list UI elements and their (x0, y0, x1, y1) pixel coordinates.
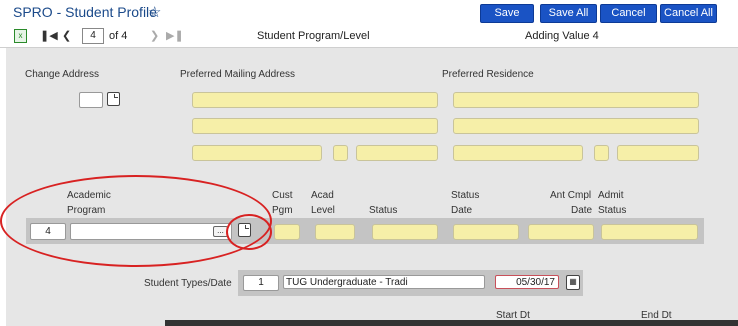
save-all-button[interactable]: Save All (540, 4, 597, 23)
residence-address-line2[interactable] (453, 118, 699, 134)
student-types-label: Student Types/Date (144, 278, 232, 289)
status-header: Status (369, 205, 398, 216)
section-title: Student Program/Level (257, 30, 370, 42)
ant-cmpl-date-field[interactable] (528, 224, 594, 240)
cust-pgm-field[interactable] (274, 224, 300, 240)
ant-cmpl-header: Ant Cmpl (550, 190, 592, 201)
last-record-icon[interactable]: ▶❚ (166, 29, 184, 42)
cust-header: Cust (272, 190, 293, 201)
status-date-header-top: Status (451, 190, 480, 201)
residence-address-line1[interactable] (453, 92, 699, 108)
pgm-header: Pgm (272, 205, 293, 216)
status-date-field[interactable] (453, 224, 519, 240)
ant-cmpl-date-header: Date (571, 205, 593, 216)
cancel-all-button[interactable]: Cancel All (660, 4, 717, 23)
status-date-header: Date (451, 205, 473, 216)
admit-status-field[interactable] (601, 224, 698, 240)
mailing-address-line2[interactable] (192, 118, 438, 134)
acad-level-field[interactable] (315, 224, 355, 240)
previous-record-icon[interactable]: ❮ (62, 29, 71, 42)
change-address-input[interactable] (79, 92, 103, 108)
cancel-button[interactable]: Cancel (600, 4, 657, 23)
mailing-state-field[interactable] (333, 145, 348, 161)
student-type-input[interactable]: TUG Undergraduate - Tradi (283, 275, 485, 289)
admit-status-header: Status (598, 205, 627, 216)
calendar-icon[interactable]: ▦ (566, 275, 580, 290)
export-icon[interactable]: x (14, 29, 27, 43)
residence-label: Preferred Residence (442, 69, 534, 80)
save-button[interactable]: Save (480, 4, 534, 23)
mailing-city-field[interactable] (192, 145, 322, 161)
student-type-number[interactable]: 1 (243, 275, 279, 291)
residence-state-field[interactable] (594, 145, 609, 161)
admit-header: Admit (598, 190, 624, 201)
document-icon[interactable] (107, 92, 120, 106)
record-count: of 4 (109, 30, 128, 42)
mailing-address-label: Preferred Mailing Address (180, 69, 296, 80)
bottom-grid-header (165, 320, 738, 326)
mailing-address-line1[interactable] (192, 92, 438, 108)
next-record-icon[interactable]: ❯ (150, 29, 159, 42)
residence-city-field[interactable] (453, 145, 583, 161)
residence-zip-field[interactable] (617, 145, 699, 161)
annotation-circle-doc (226, 214, 272, 250)
first-record-icon[interactable]: ❚◀ (40, 29, 58, 42)
change-address-label: Change Address (25, 69, 99, 80)
page-title: SPRO - Student Profile (13, 4, 157, 20)
record-number-input[interactable]: 4 (82, 28, 104, 44)
acad-header: Acad (311, 190, 334, 201)
level-header: Level (311, 205, 335, 216)
student-type-date[interactable]: 05/30/17 (495, 275, 559, 289)
status-field[interactable] (372, 224, 438, 240)
mode-status: Adding Value 4 (525, 30, 599, 42)
star-icon[interactable]: ☆ (148, 3, 161, 21)
mailing-zip-field[interactable] (356, 145, 438, 161)
